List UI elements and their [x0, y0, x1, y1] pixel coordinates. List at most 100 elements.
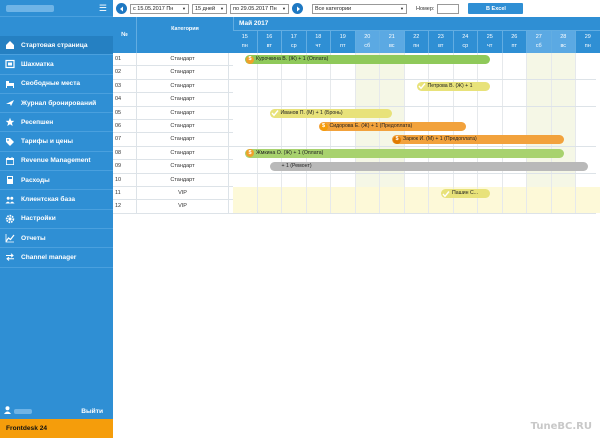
day-cell[interactable]	[576, 173, 600, 187]
day-cell[interactable]	[551, 200, 576, 214]
sidebar-item-chart[interactable]: Отчеты	[0, 229, 113, 249]
day-cell[interactable]	[331, 93, 356, 107]
day-cell[interactable]	[576, 79, 600, 93]
day-cell[interactable]	[331, 173, 356, 187]
day-cell[interactable]	[502, 106, 527, 120]
booking-bar[interactable]: Пашин С...	[441, 189, 490, 198]
day-cell[interactable]	[478, 93, 503, 107]
day-cell[interactable]	[355, 93, 380, 107]
day-cell[interactable]	[527, 106, 552, 120]
day-cell[interactable]	[576, 133, 600, 147]
day-cell[interactable]	[306, 79, 331, 93]
day-cell[interactable]	[233, 200, 258, 214]
day-cell[interactable]	[404, 66, 429, 80]
category-select[interactable]: Все категории ▼	[312, 3, 407, 14]
sidebar-item-bed[interactable]: Свободные места	[0, 75, 113, 94]
day-cell[interactable]	[331, 200, 356, 214]
day-cell[interactable]	[478, 173, 503, 187]
day-cell[interactable]	[502, 200, 527, 214]
day-cell[interactable]	[282, 133, 307, 147]
day-cell[interactable]	[527, 173, 552, 187]
booking-bar[interactable]: $ Сидорова Е. (Ж) + 1 (Предоплата)	[318, 122, 466, 131]
day-cell[interactable]	[502, 66, 527, 80]
sidebar-item-calculator[interactable]: Расходы	[0, 171, 113, 191]
day-cell[interactable]	[331, 66, 356, 80]
sidebar-item-exchange[interactable]: Channel manager	[0, 248, 113, 268]
day-cell[interactable]	[257, 79, 282, 93]
day-cell[interactable]	[233, 106, 258, 120]
day-cell[interactable]	[282, 79, 307, 93]
day-cell[interactable]	[576, 93, 600, 107]
day-cell[interactable]	[282, 187, 307, 200]
day-cell[interactable]	[453, 66, 478, 80]
day-cell[interactable]	[453, 93, 478, 107]
sidebar-item-grid[interactable]: Шахматка	[0, 55, 113, 75]
day-cell[interactable]	[233, 120, 258, 133]
day-cell[interactable]	[478, 66, 503, 80]
day-cell[interactable]	[257, 200, 282, 214]
day-cell[interactable]	[257, 93, 282, 107]
day-cell[interactable]	[527, 93, 552, 107]
day-cell[interactable]	[478, 106, 503, 120]
sidebar-item-gear[interactable]: Настройки	[0, 210, 113, 229]
number-input[interactable]	[437, 3, 460, 14]
day-cell[interactable]	[404, 106, 429, 120]
day-cell[interactable]	[404, 173, 429, 187]
day-cell[interactable]	[551, 66, 576, 80]
day-cell[interactable]	[453, 106, 478, 120]
prev-period-button[interactable]	[116, 3, 127, 14]
day-cell[interactable]	[306, 93, 331, 107]
day-cell[interactable]	[257, 120, 282, 133]
day-cell[interactable]	[404, 187, 429, 200]
day-cell[interactable]	[429, 93, 454, 107]
day-cell[interactable]	[576, 146, 600, 160]
day-cell[interactable]	[527, 187, 552, 200]
day-cell[interactable]	[527, 79, 552, 93]
day-cell[interactable]	[306, 173, 331, 187]
day-cell[interactable]	[576, 187, 600, 200]
day-cell[interactable]	[502, 120, 527, 133]
day-cell[interactable]	[257, 187, 282, 200]
booking-bar[interactable]: Иванов П. (М) + 1 (Бронь)	[269, 108, 392, 118]
day-cell[interactable]	[331, 133, 356, 147]
day-cell[interactable]	[576, 120, 600, 133]
day-cell[interactable]	[551, 106, 576, 120]
day-cell[interactable]	[380, 173, 405, 187]
day-cell[interactable]	[576, 106, 600, 120]
date-to-select[interactable]: по 29.05.2017 Пн ▼	[230, 3, 289, 14]
day-cell[interactable]	[306, 66, 331, 80]
day-cell[interactable]	[380, 79, 405, 93]
day-cell[interactable]	[453, 173, 478, 187]
booking-bar[interactable]: Петрова В. (Ж) + 1	[416, 81, 490, 91]
day-cell[interactable]	[233, 173, 258, 187]
day-cell[interactable]	[233, 133, 258, 147]
day-cell[interactable]	[257, 173, 282, 187]
day-cell[interactable]	[282, 66, 307, 80]
day-cell[interactable]	[502, 187, 527, 200]
day-cell[interactable]	[527, 53, 552, 66]
day-cell[interactable]	[306, 187, 331, 200]
booking-bar[interactable]: $ Курочкина В. (Ж) + 1 (Оплата)	[245, 55, 490, 64]
date-from-select[interactable]: с 15.05.2017 Пн ▼	[130, 3, 189, 14]
day-cell[interactable]	[429, 106, 454, 120]
day-cell[interactable]	[233, 79, 258, 93]
export-excel-button[interactable]: В Excel	[468, 3, 524, 14]
sidebar-item-star[interactable]: Ресепшен	[0, 113, 113, 133]
day-cell[interactable]	[576, 66, 600, 80]
next-period-button[interactable]	[292, 3, 303, 14]
day-cell[interactable]	[527, 66, 552, 80]
day-cell[interactable]	[282, 93, 307, 107]
day-cell[interactable]	[404, 200, 429, 214]
day-cell[interactable]	[233, 160, 258, 174]
day-cell[interactable]	[551, 173, 576, 187]
day-cell[interactable]	[502, 79, 527, 93]
period-select[interactable]: 15 дней ▼	[192, 3, 227, 14]
day-cell[interactable]	[429, 200, 454, 214]
day-cell[interactable]	[576, 53, 600, 66]
day-cell[interactable]	[429, 66, 454, 80]
logout-link[interactable]: Выйти	[81, 408, 103, 415]
day-cell[interactable]	[551, 187, 576, 200]
day-cell[interactable]	[551, 79, 576, 93]
day-cell[interactable]	[282, 120, 307, 133]
day-cell[interactable]	[551, 120, 576, 133]
